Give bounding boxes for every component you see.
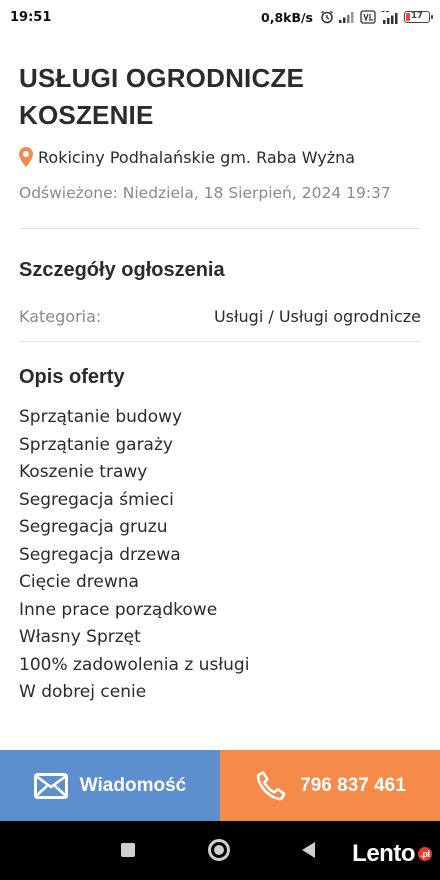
description-line: Inne prace porządkowe — [19, 599, 218, 620]
offer-description: Sprzątanie budowy Sprzątanie garaży Kosz… — [19, 404, 421, 707]
alarm-icon — [321, 10, 333, 24]
logo-text: Lento — [352, 840, 415, 867]
offer-heading: Opis oferty — [19, 366, 125, 388]
listing-location[interactable]: Rokiciny Podhalańskie gm. Raba Wyżna — [19, 143, 421, 171]
phone-icon — [257, 770, 286, 800]
battery-level: 17 — [411, 11, 423, 21]
signal-icon — [339, 12, 354, 23]
category-label: Kategoria: — [19, 307, 102, 326]
status-indicators: 0,8kB/s 17 — [261, 9, 433, 25]
status-time: 19:51 — [10, 9, 52, 25]
home-icon[interactable] — [208, 839, 230, 861]
description-line: Segregacja drzewa — [19, 544, 181, 565]
description-line: Sprzątanie garaży — [19, 434, 173, 455]
description-line: Własny Sprzęt — [19, 627, 141, 647]
location-text: Rokiciny Podhalańskie gm. Raba Wyżna — [38, 147, 356, 167]
network-speed: 0,8kB/s — [261, 9, 313, 25]
logo-badge: .pl — [418, 847, 432, 861]
volte-icon — [360, 10, 376, 24]
phone-number: 796 837 461 — [300, 774, 406, 796]
divider — [19, 228, 421, 229]
back-icon[interactable] — [302, 842, 315, 858]
envelope-icon — [33, 772, 68, 799]
description-line: Segregacja gruzu — [19, 517, 168, 537]
description-line: Koszenie trawy — [19, 462, 148, 482]
lte-signal-icon — [381, 10, 398, 24]
divider — [19, 341, 421, 342]
status-bar: 19:51 0,8kB/s 17 — [0, 0, 440, 34]
map-pin-icon — [19, 147, 33, 167]
details-heading: Szczegóły ogłoszenia — [19, 259, 225, 281]
message-button-label: Wiadomość — [79, 774, 187, 796]
description-line: Cięcie drewna — [19, 572, 139, 592]
message-button[interactable]: Wiadomość — [0, 750, 220, 821]
category-row: Kategoria: Usługi / Usługi ogrodnicze — [19, 303, 421, 331]
contact-actions: Wiadomość 796 837 461 — [0, 750, 440, 821]
listing-content: USŁUGI OGRODNICZE KOSZENIE Rokiciny Podh… — [19, 60, 421, 707]
listing-title-line1: USŁUGI OGRODNICZE — [19, 63, 305, 93]
listing-title: USŁUGI OGRODNICZE KOSZENIE — [19, 60, 421, 134]
category-value[interactable]: Usługi / Usługi ogrodnicze — [214, 303, 421, 331]
battery-icon: 17 — [404, 11, 433, 23]
description-line: Sprzątanie budowy — [19, 407, 183, 427]
call-button[interactable]: 796 837 461 — [220, 750, 440, 821]
refreshed-date: Odświeżone: Niedziela, 18 Sierpień, 2024… — [19, 184, 391, 202]
recent-apps-icon[interactable] — [121, 843, 135, 857]
description-line: 100% zadowolenia z usługi — [19, 654, 250, 675]
description-line: W dobrej cenie — [19, 682, 147, 702]
navigation-bar: Lento .pl — [0, 821, 440, 880]
description-line: Segregacja śmieci — [19, 489, 174, 510]
listing-title-line2: KOSZENIE — [19, 100, 154, 130]
lento-logo: Lento .pl — [352, 840, 432, 868]
